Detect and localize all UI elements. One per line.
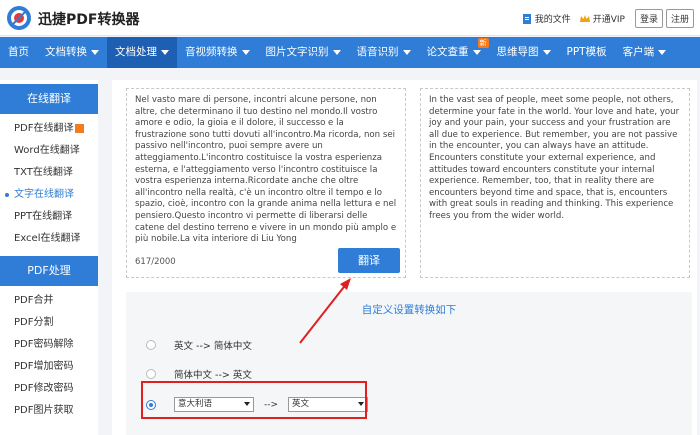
pointer-arrow-icon <box>299 278 351 344</box>
